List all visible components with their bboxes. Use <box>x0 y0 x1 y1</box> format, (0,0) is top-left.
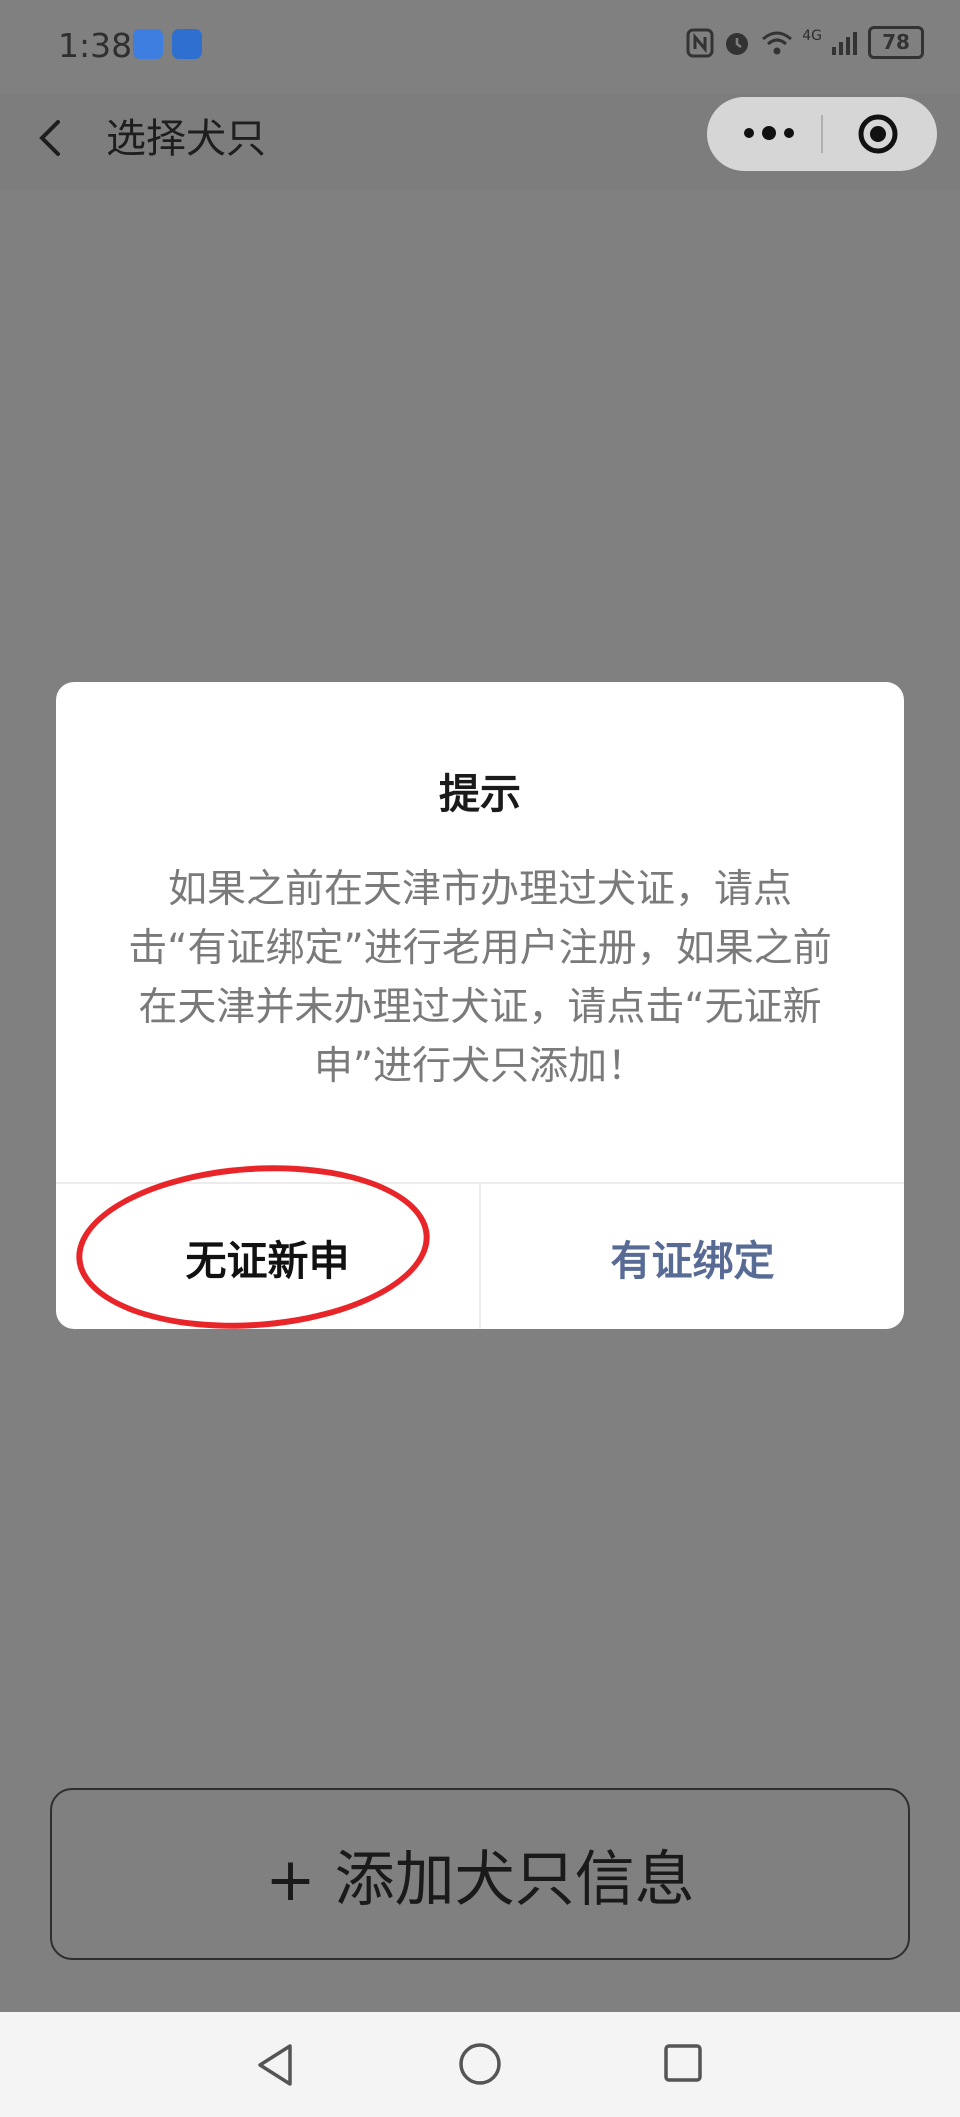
status-bar: 1:38 4G 78 <box>0 0 960 94</box>
mini-program-capsule <box>707 97 937 171</box>
nfc-icon <box>686 28 714 57</box>
bind-certificate-button[interactable]: 有证绑定 <box>481 1184 904 1329</box>
signal-4g-label: 4G <box>802 27 822 44</box>
signal-4g-icon <box>832 31 857 55</box>
more-dots-icon[interactable] <box>739 113 799 153</box>
wifi-icon <box>762 31 793 54</box>
status-icons: 4G 78 <box>686 26 924 59</box>
add-dog-info-button[interactable]: + 添加犬只信息 <box>50 1788 910 1960</box>
home-circle-icon[interactable] <box>458 2042 502 2086</box>
back-arrow-icon[interactable] <box>36 118 66 158</box>
browser-app-icon <box>172 29 202 59</box>
dialog-title: 提示 <box>439 770 521 818</box>
recents-square-icon[interactable] <box>662 2042 704 2084</box>
dialog-message: 如果之前在天津市办理过犬证，请点击“有证绑定”进行老用户注册，如果之前在天津并未… <box>128 867 832 1089</box>
back-triangle-icon[interactable] <box>254 2042 296 2088</box>
capsule-divider <box>821 115 823 153</box>
alarm-icon <box>726 32 749 55</box>
cloud-app-icon <box>133 29 163 59</box>
status-time: 1:38 <box>58 26 133 65</box>
target-circle-icon[interactable] <box>857 113 899 155</box>
system-nav-bar <box>0 2012 960 2117</box>
page-title: 选择犬只 <box>106 116 266 162</box>
battery-icon: 78 <box>868 26 924 59</box>
